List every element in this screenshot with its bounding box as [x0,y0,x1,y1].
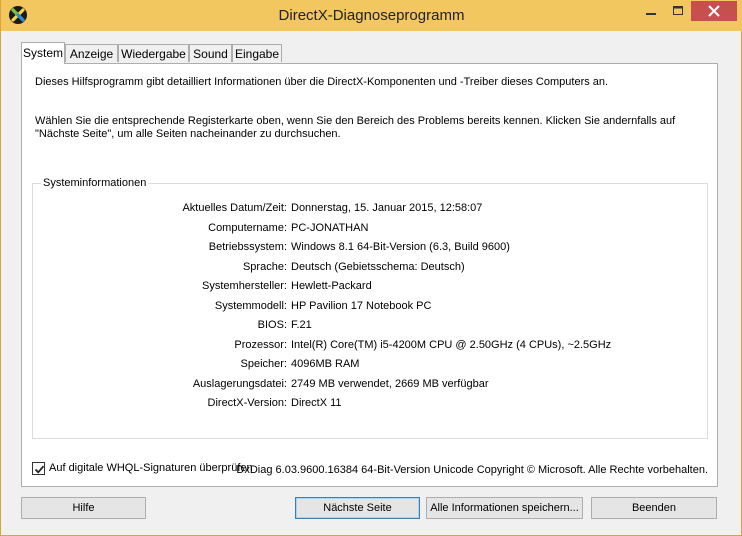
tab-sound[interactable]: Sound [189,44,232,62]
info-row-processor: Prozessor: Intel(R) Core(TM) i5-4200M CP… [33,339,709,358]
save-all-button[interactable]: Alle Informationen speichern... [426,497,583,519]
dialog-client-area: System Anzeige Wiedergabe Sound Eingabe … [8,31,735,529]
exit-button[interactable]: Beenden [591,497,717,519]
info-value: Windows 8.1 64-Bit-Version (6.3, Build 9… [291,241,510,253]
minimize-icon [646,13,656,15]
close-button[interactable] [691,1,737,21]
info-value: Donnerstag, 15. Januar 2015, 12:58:07 [291,202,483,214]
intro-text-2: Wählen Sie die entsprechende Registerkar… [35,115,676,140]
info-value: Intel(R) Core(TM) i5-4200M CPU @ 2.50GHz… [291,338,612,351]
info-row-datetime: Aktuelles Datum/Zeit: Donnerstag, 15. Ja… [33,202,709,221]
system-tab-panel: Dieses Hilfsprogramm gibt detailliert In… [21,63,718,487]
minimize-button[interactable] [637,1,665,21]
close-icon [708,5,720,17]
info-value: HP Pavilion 17 Notebook PC [291,299,432,312]
info-row-manufacturer: Systemhersteller: Hewlett-Packard [33,280,709,299]
info-label: Betriebssystem: [208,241,287,253]
info-value: F.21 [291,319,312,331]
dxdiag-window: DirectX-Diagnoseprogramm System Anzeige … [0,0,742,536]
tab-anzeige[interactable]: Anzeige [65,44,118,62]
info-label: Systemhersteller: [202,280,287,292]
next-page-button[interactable]: Nächste Seite [295,497,420,519]
maximize-icon [673,6,683,15]
window-title: DirectX-Diagnoseprogramm [278,7,465,24]
info-row-computername: Computername: PC-JONATHAN [33,222,709,241]
tab-wiedergabe[interactable]: Wiedergabe [118,44,189,62]
info-label: BIOS: [257,319,287,331]
info-label: DirectX-Version: [207,397,287,409]
maximize-button[interactable] [665,1,691,21]
tab-system[interactable]: System [21,42,65,64]
info-label: Auslagerungsdatei: [192,377,287,390]
intro-text-1: Dieses Hilfsprogramm gibt detailliert In… [35,76,609,88]
info-row-model: Systemmodell: HP Pavilion 17 Notebook PC [33,300,709,319]
info-row-memory: Speicher: 4096MB RAM [33,358,709,377]
info-label: Prozessor: [234,338,287,351]
copyright-text: DxDiag 6.03.9600.16384 64-Bit-Version Un… [236,464,708,476]
info-row-pagefile: Auslagerungsdatei: 2749 MB verwendet, 26… [33,378,709,397]
info-row-os: Betriebssystem: Windows 8.1 64-Bit-Versi… [33,241,709,260]
info-label: Speicher: [240,358,287,370]
systeminformationen-group: Systeminformationen Aktuelles Datum/Zeit… [32,177,709,439]
title-bar[interactable]: DirectX-Diagnoseprogramm [1,0,742,31]
help-button[interactable]: Hilfe [21,497,146,519]
info-row-bios: BIOS: F.21 [33,319,709,338]
info-value: PC-JONATHAN [291,221,369,234]
info-value: 4096MB RAM [291,358,360,370]
info-value: DirectX 11 [291,397,342,409]
info-value: 2749 MB verwendet, 2669 MB verfügbar [291,377,489,390]
tab-eingabe[interactable]: Eingabe [232,44,282,62]
info-label: Sprache: [242,260,287,273]
info-row-language: Sprache: Deutsch (Gebietsschema: Deutsch… [33,261,709,280]
info-label: Systemmodell: [214,299,287,312]
group-legend: Systeminformationen [41,177,149,189]
info-label: Aktuelles Datum/Zeit: [182,202,287,214]
info-row-directx-version: DirectX-Version: DirectX 11 [33,397,709,416]
info-label: Computername: [208,221,287,234]
info-value: Hewlett-Packard [291,280,372,292]
info-value: Deutsch (Gebietsschema: Deutsch) [291,260,465,273]
